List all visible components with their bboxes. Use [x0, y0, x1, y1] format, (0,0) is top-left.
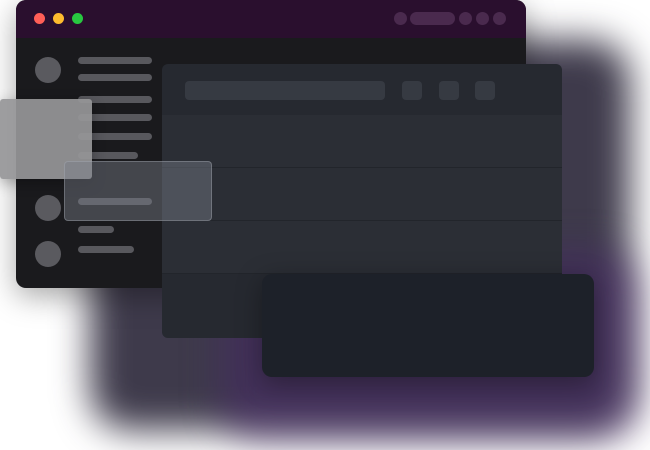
glass-card	[64, 161, 212, 221]
search-input[interactable]	[185, 81, 385, 100]
title-bar[interactable]	[16, 0, 526, 38]
list-item[interactable]	[162, 115, 562, 168]
list-item[interactable]	[162, 168, 562, 221]
list-item[interactable]	[162, 221, 562, 274]
sidebar-text-line[interactable]	[78, 246, 134, 253]
toolbar-icon-button[interactable]	[402, 81, 422, 100]
dark-card	[262, 274, 594, 377]
sidebar-text-line[interactable]	[78, 57, 152, 64]
sidebar-text-line[interactable]	[78, 74, 152, 81]
titlebar-circle-button[interactable]	[459, 12, 472, 25]
toolbar-icon-button[interactable]	[439, 81, 459, 100]
titlebar-circle-button[interactable]	[493, 12, 506, 25]
titlebar-pill-button[interactable]	[410, 12, 455, 25]
close-window-button[interactable]	[34, 13, 45, 24]
titlebar-circle-button[interactable]	[394, 12, 407, 25]
avatar[interactable]	[35, 195, 61, 221]
toolbar-icon-button[interactable]	[475, 81, 495, 100]
avatar[interactable]	[35, 57, 61, 83]
avatar[interactable]	[35, 241, 61, 267]
minimize-window-button[interactable]	[53, 13, 64, 24]
maximize-window-button[interactable]	[72, 13, 83, 24]
titlebar-circle-button[interactable]	[476, 12, 489, 25]
sidebar-text-line[interactable]	[78, 226, 114, 233]
